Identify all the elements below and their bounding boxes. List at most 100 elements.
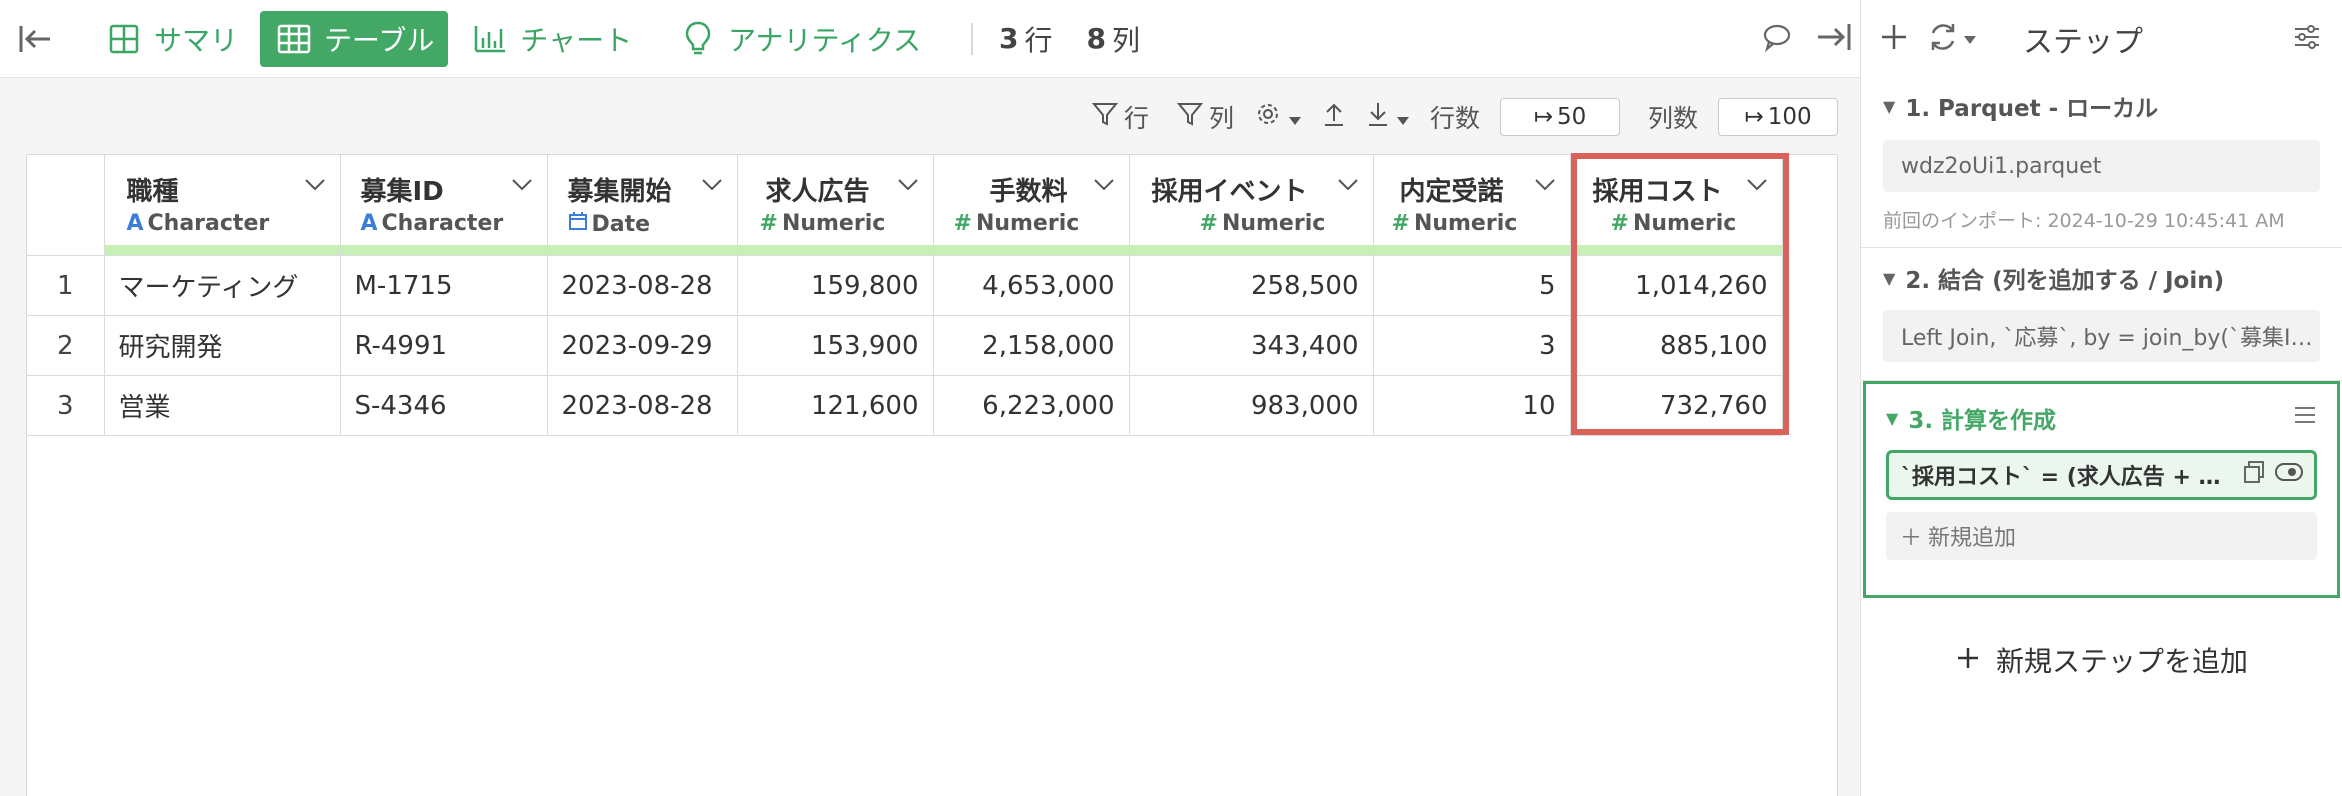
table-cell[interactable]: 4,653,000 — [933, 255, 1130, 316]
step-parquet[interactable]: ▼ 1. Parquet - ローカル wdz2oUi1.parquet 前回の… — [1861, 78, 2342, 248]
collapse-right-icon[interactable] — [1816, 22, 1852, 56]
row-filter-button[interactable]: 行 — [1091, 99, 1149, 135]
table-cell[interactable]: 6,223,000 — [933, 375, 1130, 436]
step-meta: 前回のインポート: 2024-10-29 10:45:41 AM — [1883, 210, 2285, 232]
row-count-value: 3 — [999, 22, 1019, 55]
row-number: 3 — [27, 375, 105, 436]
table-cell[interactable]: 2023-08-28 — [547, 255, 738, 316]
table-cell[interactable]: 2023-08-28 — [547, 375, 738, 436]
chevron-down-icon[interactable] — [304, 177, 326, 196]
formula-item[interactable]: `採用コスト` = (求人広告 + … — [1886, 450, 2317, 500]
chevron-down-icon[interactable] — [1093, 177, 1115, 196]
caret-down-icon[interactable]: ▼ — [1886, 409, 1898, 428]
table-row: 1 マーケティング M-1715 2023-08-28 159,800 4,65… — [27, 255, 1783, 316]
table-cell[interactable]: 研究開発 — [104, 315, 341, 376]
row-count-input-value: 50 — [1556, 104, 1587, 130]
table-cell[interactable]: 10 — [1373, 375, 1571, 436]
main-area: サマリ テーブル チャート アナリティクス 3 行 8 列 行 列 行数 ↦ 5… — [0, 0, 1860, 796]
table-cell[interactable]: 885,100 — [1570, 315, 1783, 376]
chevron-down-icon[interactable] — [701, 177, 723, 196]
tab-summary[interactable]: サマリ — [90, 11, 252, 67]
column-type: Date — [568, 211, 651, 237]
copy-icon[interactable] — [2242, 460, 2266, 490]
tab-chart[interactable]: チャート — [456, 11, 646, 67]
chevron-down-icon[interactable] — [1746, 177, 1768, 196]
table-cell[interactable]: 営業 — [104, 375, 341, 436]
step-header: ▼ 1. Parquet - ローカル — [1883, 88, 2320, 124]
sliders-icon[interactable] — [2292, 22, 2322, 56]
comment-icon[interactable] — [1762, 22, 1792, 56]
column-header-cost[interactable]: 採用コスト # Numeric — [1570, 155, 1783, 256]
add-new-button[interactable]: ＋ 新規追加 — [1886, 512, 2317, 560]
sort-down-dropdown[interactable] — [1366, 101, 1410, 133]
table-cell[interactable]: 343,400 — [1129, 315, 1374, 376]
chevron-down-icon[interactable] — [897, 177, 919, 196]
row-count-unit: 行 — [1024, 23, 1053, 57]
table-cell[interactable]: 2023-09-29 — [547, 315, 738, 376]
col-count-input[interactable]: ↦ 100 — [1718, 98, 1838, 136]
table-cell[interactable]: 2,158,000 — [933, 315, 1130, 376]
table-cell[interactable]: 3 — [1373, 315, 1571, 376]
summary-grid-icon — [104, 19, 144, 59]
arrow-down-icon — [1366, 101, 1390, 133]
step-detail[interactable]: wdz2oUi1.parquet — [1883, 140, 2320, 192]
chevron-down-icon[interactable] — [511, 177, 533, 196]
caret-down-icon[interactable]: ▼ — [1883, 97, 1895, 116]
column-type-label: Date — [591, 211, 651, 237]
eye-icon[interactable] — [2274, 461, 2304, 489]
tab-table[interactable]: テーブル — [260, 10, 449, 67]
numeric-type-icon: # — [1610, 211, 1629, 236]
add-icon[interactable] — [1879, 22, 1909, 56]
table-cell[interactable]: R-4991 — [340, 315, 548, 376]
col-count-input-value: 100 — [1767, 104, 1812, 130]
gear-icon — [1254, 100, 1282, 134]
column-header-fee[interactable]: 手数料 # Numeric — [933, 155, 1130, 256]
column-name: 職種 — [126, 177, 179, 207]
step-calc[interactable]: ▼ 3. 計算を作成 `採用コスト` = (求人広告 + … ＋ 新規追加 — [1863, 381, 2340, 598]
table-cell[interactable]: S-4346 — [340, 375, 548, 436]
col-filter-button[interactable]: 列 — [1176, 99, 1234, 135]
add-step-button[interactable]: 新規ステップを追加 — [1861, 640, 2342, 680]
menu-icon[interactable] — [2293, 405, 2317, 431]
sort-up-button[interactable] — [1322, 101, 1346, 133]
table-cell[interactable]: 258,500 — [1129, 255, 1374, 316]
step-join[interactable]: ▼ 2. 結合 (列を追加する / Join) Left Join, `応募`,… — [1861, 248, 2342, 381]
table-cell[interactable]: 153,900 — [737, 315, 934, 376]
divider — [971, 22, 973, 55]
topbar-right — [1762, 0, 1860, 78]
settings-dropdown[interactable] — [1254, 100, 1302, 134]
chevron-down-icon[interactable] — [1337, 177, 1359, 196]
table-cell[interactable]: マーケティング — [104, 255, 341, 316]
column-header-ad[interactable]: 求人広告 # Numeric — [737, 155, 934, 256]
column-header-job[interactable]: 職種 A Character — [104, 155, 341, 256]
table-cell[interactable]: 159,800 — [737, 255, 934, 316]
table-cell[interactable]: 732,760 — [1570, 375, 1783, 436]
column-type: # Numeric — [1392, 211, 1518, 236]
table-cell[interactable]: 983,000 — [1129, 375, 1374, 436]
jump-to-icon: ↦ — [1744, 104, 1764, 130]
row-count-input[interactable]: ↦ 50 — [1499, 98, 1620, 136]
column-header-accept[interactable]: 内定受諾 # Numeric — [1373, 155, 1571, 256]
table-toolbar: 行 列 行数 ↦ 50 列数 ↦ 100 — [0, 92, 1860, 142]
column-header-id[interactable]: 募集ID A Character — [340, 155, 548, 256]
column-header-event[interactable]: 採用イベント # Numeric — [1129, 155, 1374, 256]
step-detail[interactable]: Left Join, `応募`, by = join_by(`募集I… — [1883, 310, 2320, 362]
table-cell[interactable]: 5 — [1373, 255, 1571, 316]
column-header-start[interactable]: 募集開始 Date — [547, 155, 738, 256]
row-number: 2 — [27, 315, 105, 376]
data-table: 職種 A Character 募集ID A Character 募集開始 Date — [27, 155, 1783, 436]
chevron-down-icon[interactable] — [1534, 177, 1556, 196]
tab-analytics[interactable]: アナリティクス — [664, 11, 935, 67]
refresh-icon — [1927, 21, 1959, 57]
formula-text: `採用コスト` = (求人広告 + … — [1901, 465, 2221, 490]
plus-icon: ＋ — [1900, 526, 1923, 551]
table-cell[interactable]: 1,014,260 — [1570, 255, 1783, 316]
refresh-dropdown[interactable] — [1927, 21, 1977, 57]
table-cell[interactable]: M-1715 — [340, 255, 548, 316]
calendar-icon — [568, 211, 588, 237]
table-cell[interactable]: 121,600 — [737, 375, 934, 436]
row-filter-label: 行 — [1123, 104, 1149, 133]
collapse-left-icon[interactable] — [18, 24, 74, 54]
col-filter-label: 列 — [1208, 104, 1234, 133]
caret-down-icon[interactable]: ▼ — [1883, 269, 1895, 288]
